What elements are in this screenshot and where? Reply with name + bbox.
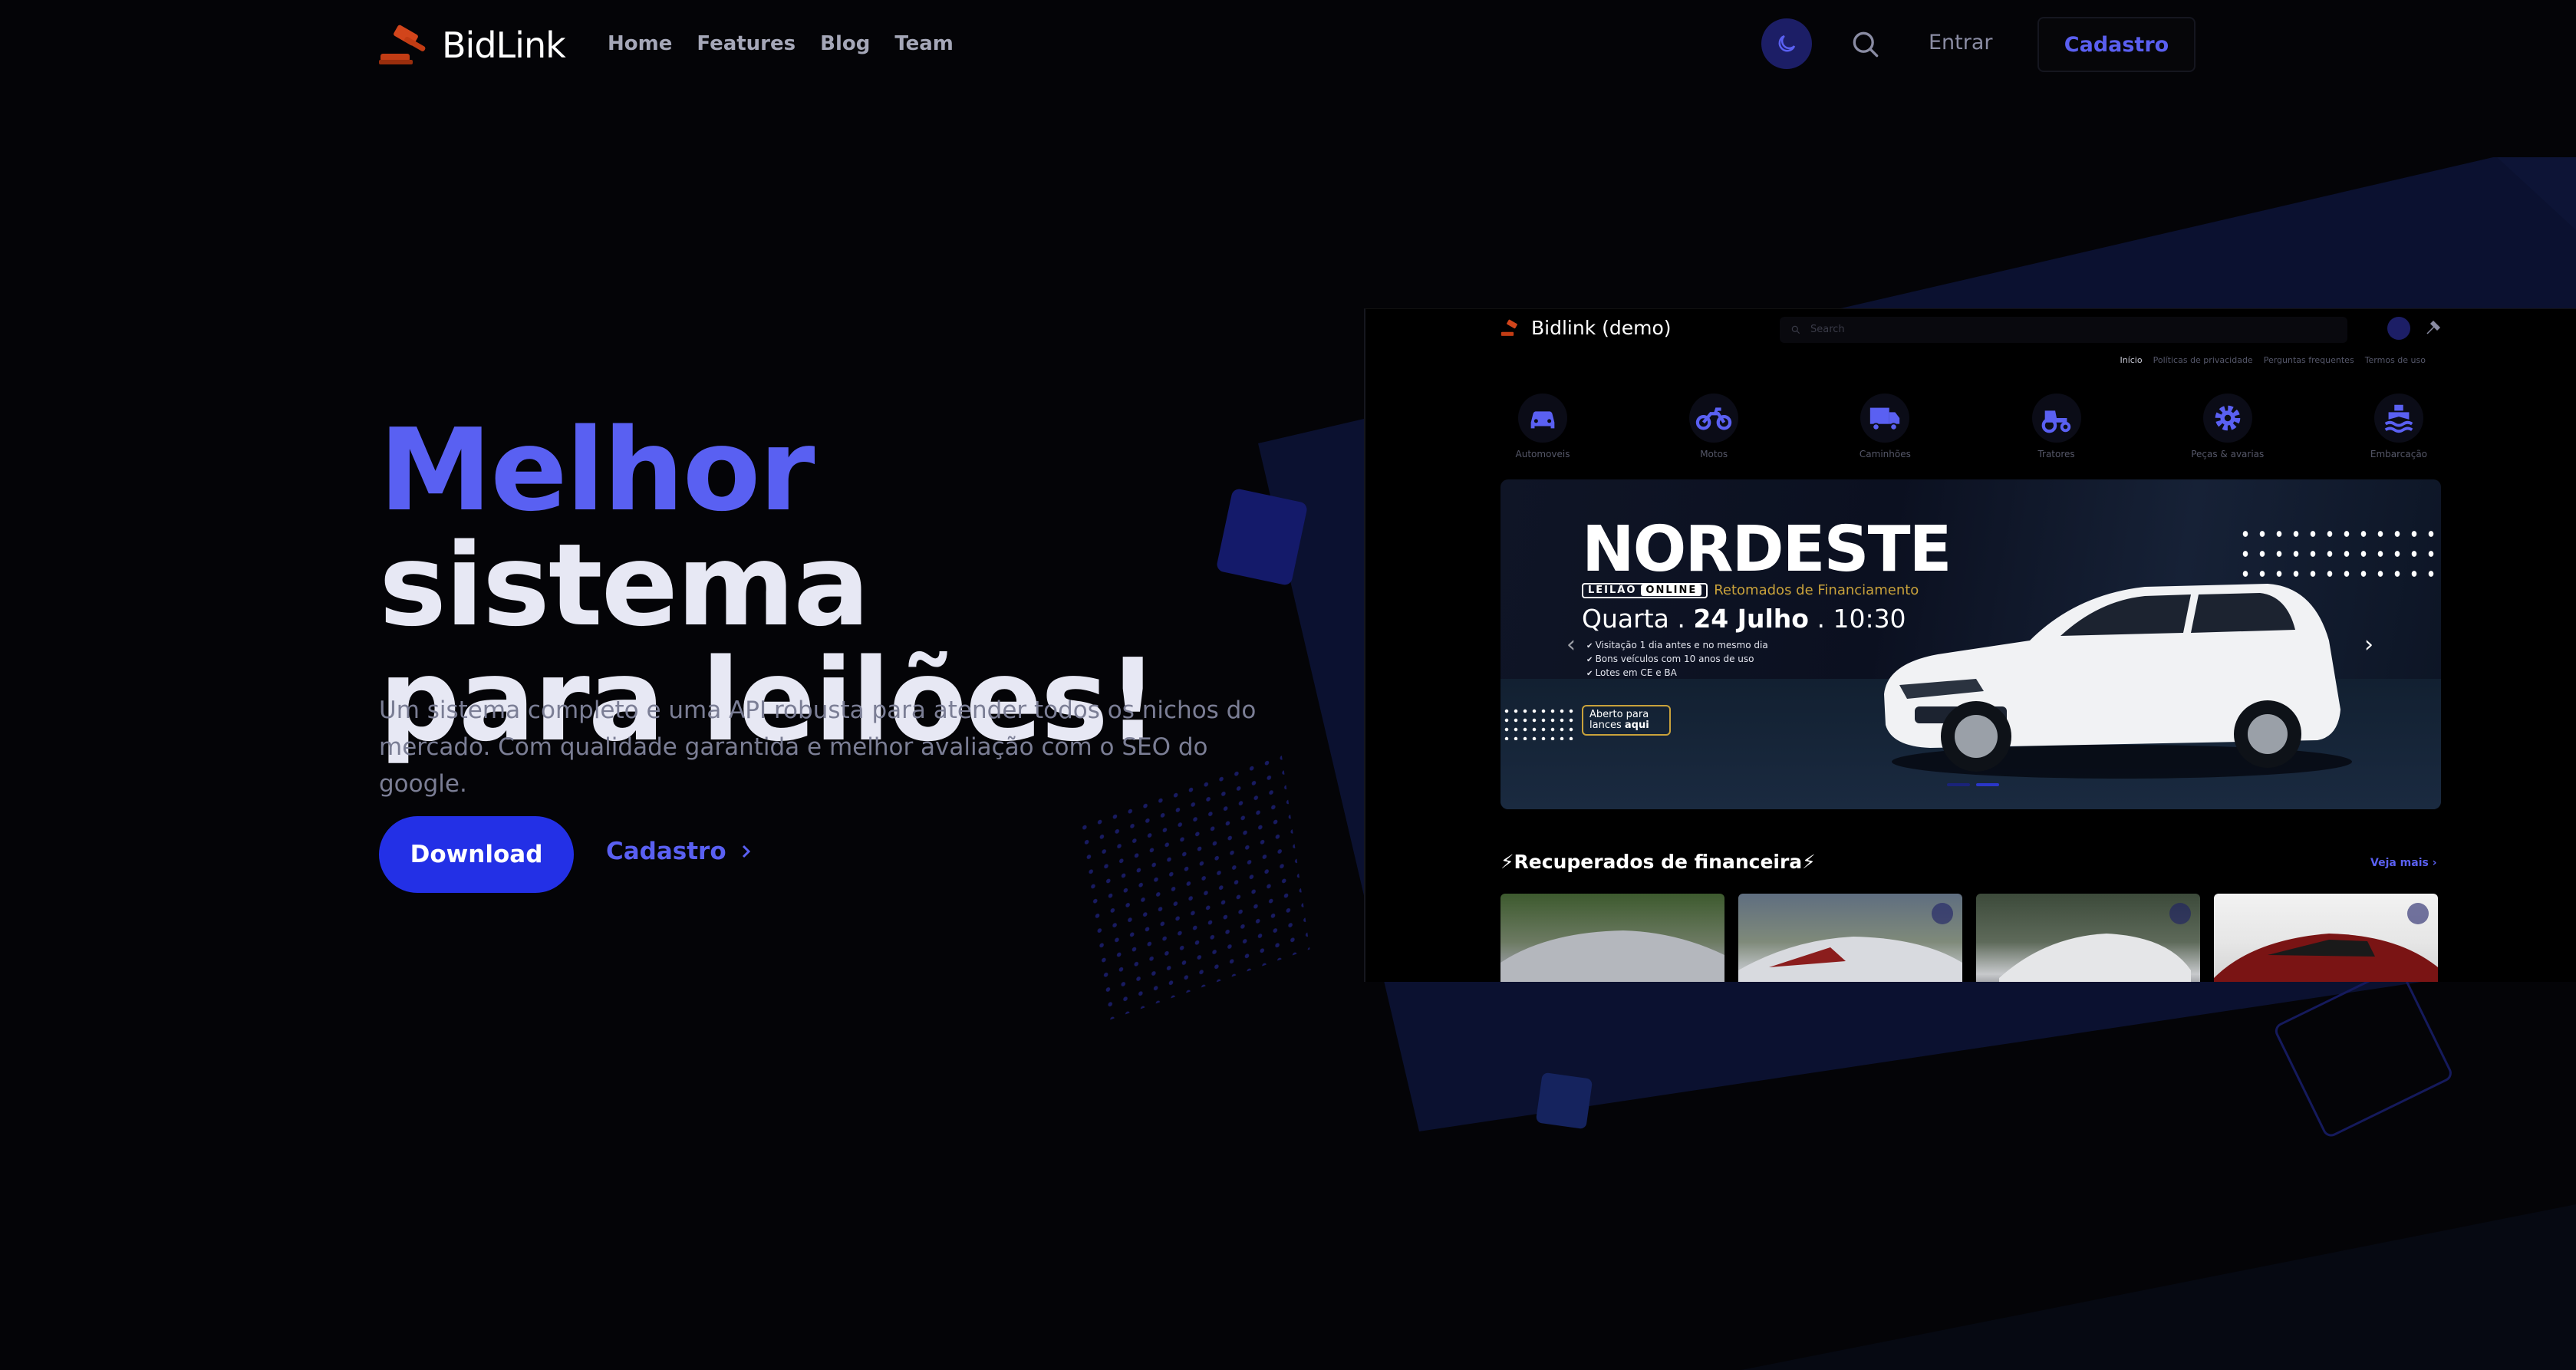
demo-brand-name: Bidlink (demo) [1531,317,1672,339]
moon-icon [1778,35,1796,52]
login-link[interactable]: Entrar [1929,31,1993,54]
download-button[interactable]: Download [379,816,574,893]
banner-check-item: Visitação 1 dia antes e no mesmo dia [1586,639,1768,653]
car-image [2214,934,2438,982]
banner-check-item: Lotes em CE e BA [1586,667,1768,680]
ship-icon [2384,404,2413,433]
banner-cta-line2: lances aqui [1589,720,1663,731]
demo-screenshot: Bidlink (demo) Search Início Políticas d… [1364,308,2576,982]
demo-link-privacy[interactable]: Políticas de privacidade [2153,355,2253,365]
category-label: Automoveis [1515,449,1570,459]
category-label: Tratores [2037,449,2075,459]
category-tratores[interactable]: Tratores [2014,394,2099,470]
banner-tag-box: LEILÃO ONLINE [1582,582,1708,598]
category-label: Embarcação [2370,449,2428,459]
banner-tag-online: ONLINE [1641,585,1702,596]
search-icon [1853,31,1879,58]
listing-card[interactable] [1738,894,1962,982]
theme-toggle-button[interactable] [1761,18,1812,69]
banner-cta[interactable]: Aberto para lances aqui [1582,705,1671,736]
demo-link-faq[interactable]: Perguntas frequentes [2264,355,2354,365]
car-image [1738,937,1962,982]
main-nav: Home Features Blog Team [608,32,954,55]
category-label: Caminhões [1859,449,1911,459]
demo-top-links: Início Políticas de privacidade Pergunta… [2120,355,2426,365]
hero-title-accent: Melhor [379,404,815,536]
banner-date-day: Quarta . [1582,604,1694,634]
pager-dot[interactable] [1976,783,1999,786]
banner-tag-leilao: LEILÃO [1588,585,1637,596]
gavel-icon [379,25,426,64]
hero-title-line1: sistema [379,519,870,651]
hero-subtitle: Um sistema completo e uma API robusta pa… [379,697,1257,798]
signup-button[interactable]: Cadastro [2037,17,2196,72]
banner-date-bold: 24 Julho [1693,604,1809,634]
category-embarcacao[interactable]: Embarcação [2357,394,2441,470]
search-button[interactable] [1849,28,1883,61]
banner-date: Quarta . 24 Julho . 10:30 [1582,604,1906,634]
nav-blog[interactable]: Blog [820,32,870,55]
section-title: ⚡Recuperados de financeira⚡ [1500,851,1816,873]
demo-link-terms[interactable]: Termos de uso [2365,355,2426,365]
favorite-button[interactable] [2169,903,2191,924]
car-image [1884,584,2352,779]
favorite-button[interactable] [2407,903,2429,924]
top-header: BidLink Home Features Blog Team Entrar C… [379,17,2197,72]
category-caminhoes[interactable]: Caminhões [1843,394,1927,470]
see-more-label: Veja mais [2370,857,2429,869]
motorcycle-icon [1695,407,1732,430]
cadastro-link[interactable]: Cadastro [606,838,753,865]
banner-cta-line1: Aberto para [1589,709,1649,720]
listing-card[interactable] [2214,894,2438,982]
category-motos[interactable]: Motos [1672,394,1756,470]
carousel-next-button[interactable]: › [2364,631,2373,658]
banner-cta-plain: lances [1589,720,1625,731]
demo-logo[interactable]: Bidlink (demo) [1500,317,1672,339]
banner-dot-pattern [1502,706,1576,740]
gear-icon [2215,405,2241,431]
carousel-prev-button[interactable]: ‹ [1566,631,1576,658]
demo-search-input[interactable]: Search [1780,317,2347,343]
nav-features[interactable]: Features [697,32,796,55]
hammer-icon[interactable] [2424,318,2443,337]
cadastro-link-label: Cadastro [606,838,726,865]
category-automoveis[interactable]: Automoveis [1500,394,1585,470]
search-icon [1791,325,1800,334]
demo-search-placeholder: Search [1810,324,1845,335]
demo-theme-toggle[interactable] [2387,317,2410,340]
gavel-icon [1500,319,1517,336]
carousel-pager[interactable] [1947,783,1999,786]
car-image [1500,930,1724,982]
brand-logo[interactable]: BidLink [379,25,566,66]
chevron-right-icon [742,845,750,858]
category-pecas[interactable]: Peças & avarias [2186,394,2270,470]
demo-link-inicio[interactable]: Início [2120,355,2142,365]
banner-check-item: Bons veículos com 10 anos de uso [1586,653,1768,667]
banner-cta-bold: aqui [1624,720,1649,731]
listing-card[interactable] [1976,894,2200,982]
hero-carousel[interactable]: NORDESTE LEILÃO ONLINE Retomados de Fina… [1500,479,2441,809]
truck-icon [1870,407,1900,431]
category-label: Motos [1700,449,1728,459]
banner-checklist: Visitação 1 dia antes e no mesmo dia Bon… [1586,639,1768,680]
brand-name: BidLink [442,25,566,66]
nav-home[interactable]: Home [608,32,672,55]
favorite-button[interactable] [1932,903,1953,924]
demo-categories: Automoveis Motos Caminhões Tratores Peça… [1500,394,2441,470]
listing-row [1500,894,2441,982]
car-icon [1530,411,1555,429]
category-label: Peças & avarias [2191,449,2265,459]
tractor-icon [2041,410,2070,433]
pager-dot[interactable] [1947,783,1970,786]
car-image [1999,934,2191,982]
see-more-link[interactable]: Veja mais › [2370,857,2437,869]
nav-team[interactable]: Team [894,32,954,55]
listing-card[interactable] [1500,894,1724,982]
